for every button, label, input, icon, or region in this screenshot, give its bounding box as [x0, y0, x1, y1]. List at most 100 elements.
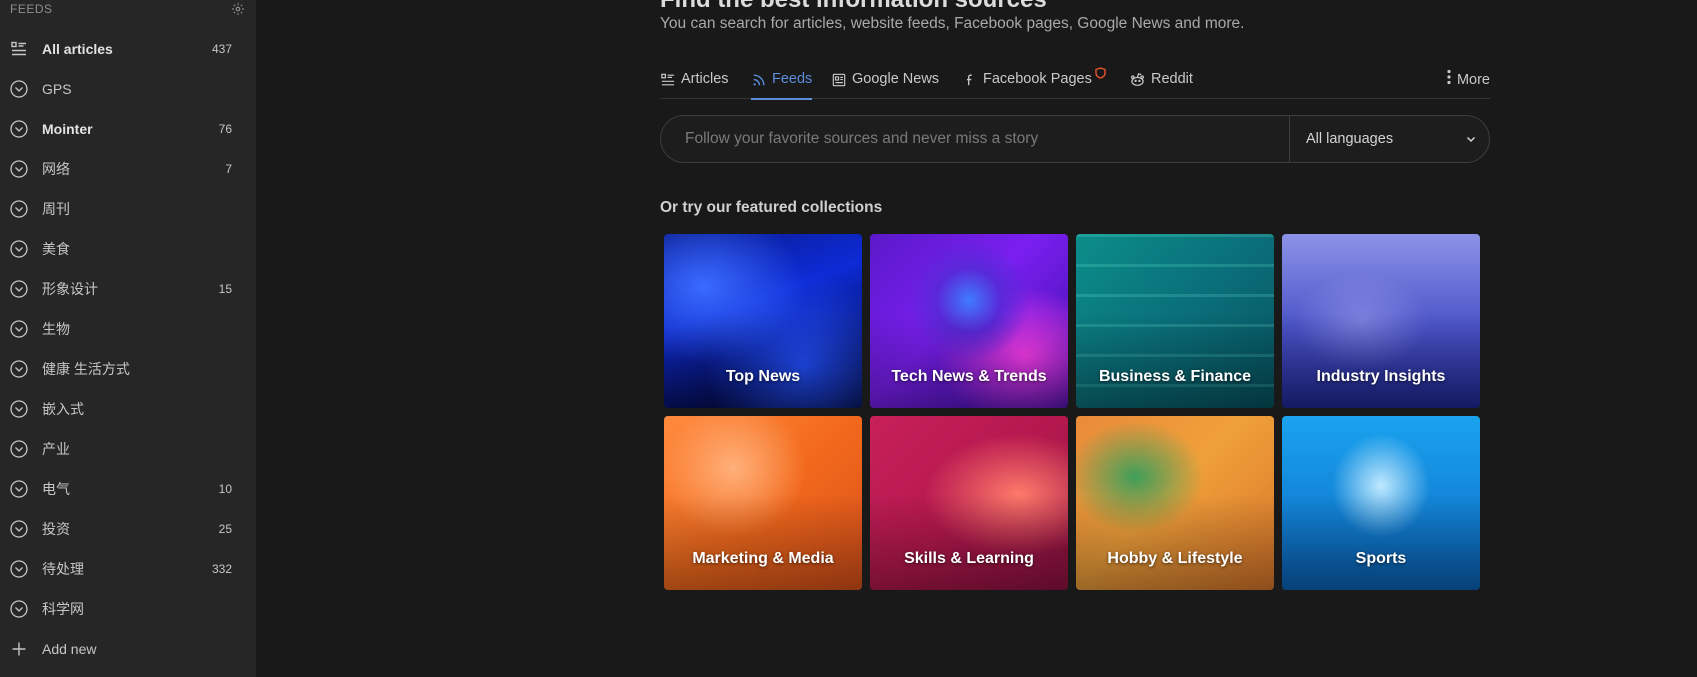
collection-label: Sports [1355, 550, 1407, 567]
collection-label: Hobby & Lifestyle [1107, 550, 1243, 567]
sidebar-item-label: 形象设计 [42, 281, 98, 297]
chevron-circle-icon[interactable] [10, 440, 28, 458]
collection-label: Tech News & Trends [891, 368, 1047, 385]
shield-badge-icon [1095, 66, 1106, 79]
sidebar-item-label: Mointer [42, 121, 93, 137]
tab-label: Articles [681, 71, 729, 87]
reddit-icon [1130, 72, 1145, 87]
chevron-circle-icon[interactable] [10, 560, 28, 578]
sidebar-item-network[interactable]: 网络 7 [0, 149, 256, 189]
chevron-circle-icon[interactable] [10, 80, 28, 98]
sidebar-item-count: 76 [218, 122, 232, 136]
list-icon [10, 40, 28, 58]
collection-label: Business & Finance [1098, 368, 1252, 385]
articles-icon [660, 72, 675, 87]
collection-card-hobby-lifestyle[interactable]: Hobby & Lifestyle [1076, 416, 1274, 590]
chevron-circle-icon[interactable] [10, 320, 28, 338]
collection-label: Skills & Learning [904, 550, 1034, 567]
collection-label: Top News [725, 368, 801, 385]
sidebar-item-count: 25 [218, 522, 232, 536]
language-select-value: All languages [1306, 131, 1394, 147]
feed-list: All articles 437 GPS Mointer 76 网络 7 周刊 … [0, 29, 256, 669]
tab-label: Facebook Pages [983, 71, 1092, 87]
collection-card-sports[interactable]: Sports [1282, 416, 1480, 590]
chevron-circle-icon[interactable] [10, 600, 28, 618]
chevron-circle-icon[interactable] [10, 520, 28, 538]
chevron-circle-icon[interactable] [10, 400, 28, 418]
source-tabs: Articles Feeds Google News Facebook Page… [660, 62, 1490, 100]
sidebar-item-gps[interactable]: GPS [0, 69, 256, 109]
sidebar-item-count: 437 [211, 42, 232, 56]
page-title: Find the best information sources [660, 0, 1047, 14]
sidebar-item-image-design[interactable]: 形象设计 15 [0, 269, 256, 309]
search-bar: All languages [660, 115, 1490, 163]
chevron-circle-icon[interactable] [10, 240, 28, 258]
collection-card-marketing-media[interactable]: Marketing & Media [664, 416, 862, 590]
tab-reddit[interactable]: Reddit [1130, 62, 1193, 99]
chevron-circle-icon[interactable] [10, 120, 28, 138]
news-icon [831, 72, 846, 87]
sidebar-item-label: 健康 生活方式 [42, 361, 130, 377]
collection-card-tech-news[interactable]: Tech News & Trends [870, 234, 1068, 408]
sidebar-item-count: 7 [225, 162, 232, 176]
page-subtitle: You can search for articles, website fee… [660, 15, 1245, 32]
sidebar-item-count: 332 [211, 562, 232, 576]
sidebar-item-industry[interactable]: 产业 [0, 429, 256, 469]
chevron-circle-icon[interactable] [10, 360, 28, 378]
sidebar-item-label: 科学网 [42, 601, 84, 617]
sidebar-item-label: 产业 [42, 441, 70, 457]
sidebar-item-count: 15 [218, 282, 232, 296]
featured-collections-title: Or try our featured collections [660, 199, 883, 216]
collection-card-skills-learning[interactable]: Skills & Learning [870, 416, 1068, 590]
sidebar-header-label: FEEDS [10, 2, 53, 16]
sidebar-item-label: 生物 [42, 321, 70, 337]
sidebar-item-biology[interactable]: 生物 [0, 309, 256, 349]
sidebar-item-label: 网络 [42, 161, 70, 177]
chevron-circle-icon[interactable] [10, 280, 28, 298]
more-vertical-icon [1447, 69, 1451, 90]
sidebar-item-embedded[interactable]: 嵌入式 [0, 389, 256, 429]
sidebar-item-science-net[interactable]: 科学网 [0, 589, 256, 629]
collection-card-top-news[interactable]: Top News [664, 234, 862, 408]
language-select[interactable]: All languages [1306, 116, 1476, 162]
plus-icon [10, 640, 28, 658]
more-menu-button[interactable]: More [1447, 69, 1490, 90]
chevron-circle-icon[interactable] [10, 160, 28, 178]
sidebar-item-label: 电气 [42, 481, 70, 497]
sidebar-item-weekly[interactable]: 周刊 [0, 189, 256, 229]
sidebar-item-pending[interactable]: 待处理 332 [0, 549, 256, 589]
sidebar-item-all-articles[interactable]: All articles 437 [0, 29, 256, 69]
sidebar-item-health[interactable]: 健康 生活方式 [0, 349, 256, 389]
chevron-down-icon [1466, 130, 1476, 148]
sidebar-item-label: Add new [42, 641, 97, 657]
tab-google-news[interactable]: Google News [831, 62, 939, 99]
sidebar-item-label: 周刊 [42, 201, 70, 217]
sidebar-item-label: 美食 [42, 241, 70, 257]
sidebar: FEEDS All articles 437 GPS Mointer 76 网络… [0, 0, 256, 677]
tab-label: Reddit [1151, 71, 1193, 87]
sidebar-item-mointer[interactable]: Mointer 76 [0, 109, 256, 149]
sidebar-item-investment[interactable]: 投资 25 [0, 509, 256, 549]
sidebar-item-food[interactable]: 美食 [0, 229, 256, 269]
sidebar-header: FEEDS [10, 0, 246, 18]
collection-card-industry-insights[interactable]: Industry Insights [1282, 234, 1480, 408]
chevron-circle-icon[interactable] [10, 480, 28, 498]
tab-facebook-pages[interactable]: Facebook Pages [962, 62, 1106, 99]
tab-feeds[interactable]: Feeds [751, 62, 813, 100]
search-input[interactable] [685, 116, 1265, 162]
tab-articles[interactable]: Articles [660, 62, 729, 99]
facebook-icon [962, 72, 977, 87]
tab-label: Feeds [772, 71, 813, 87]
chevron-circle-icon[interactable] [10, 200, 28, 218]
collection-card-business-finance[interactable]: Business & Finance [1076, 234, 1274, 408]
gear-icon[interactable] [230, 1, 246, 17]
collection-label: Industry Insights [1316, 368, 1446, 385]
sidebar-item-electrical[interactable]: 电气 10 [0, 469, 256, 509]
rss-icon [751, 72, 766, 87]
sidebar-item-count: 10 [218, 482, 232, 496]
sidebar-item-label: 待处理 [42, 561, 84, 577]
collection-label: Marketing & Media [692, 550, 834, 567]
add-new-feed-button[interactable]: Add new [0, 629, 256, 669]
tab-label: Google News [852, 71, 940, 87]
more-label: More [1456, 71, 1490, 88]
